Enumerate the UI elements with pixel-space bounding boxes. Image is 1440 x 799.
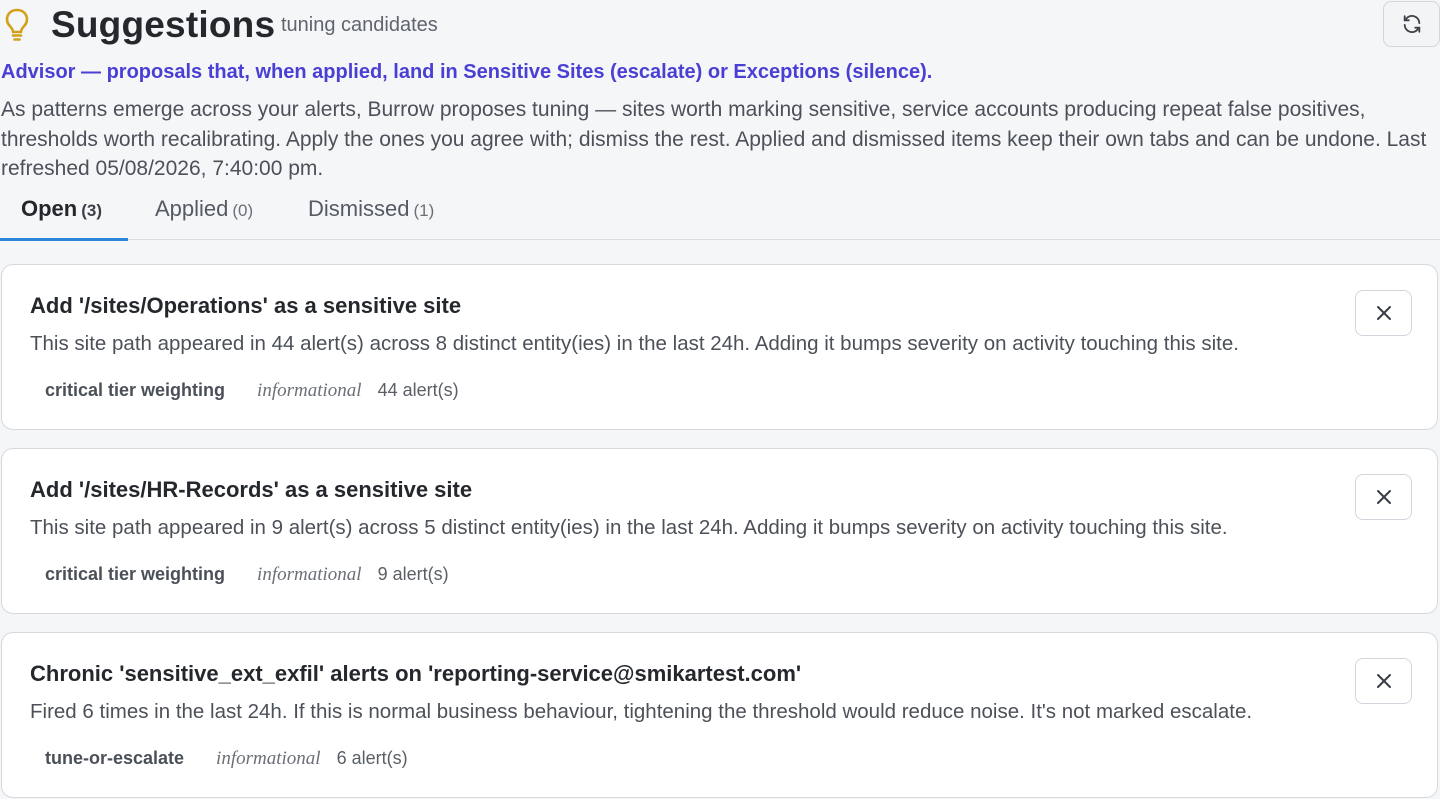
- suggestion-title: Add '/sites/HR-Records' as a sensitive s…: [30, 477, 473, 502]
- suggestion-severity: informational: [257, 564, 362, 585]
- tab-count: (3): [81, 201, 103, 220]
- page-subtitle: tuning candidates: [281, 14, 438, 36]
- tab-dismissed[interactable]: Dismissed (1): [295, 190, 455, 240]
- close-icon: [1376, 306, 1391, 320]
- dismiss-button[interactable]: [1355, 658, 1412, 704]
- suggestion-tag: tune-or-escalate: [45, 748, 185, 768]
- suggestion-title: Add '/sites/Operations' as a sensitive s…: [30, 293, 462, 318]
- suggestion-description: This site path appeared in 44 alert(s) a…: [30, 332, 1239, 355]
- close-icon: [1376, 490, 1391, 504]
- suggestion-card: Add '/sites/Operations' as a sensitive s…: [1, 264, 1438, 430]
- suggestion-meta: critical tier weighting informational 44…: [45, 380, 459, 402]
- suggestion-meta: critical tier weighting informational 9 …: [45, 564, 449, 586]
- refresh-button[interactable]: [1383, 1, 1440, 47]
- suggestion-meta: tune-or-escalate informational 6 alert(s…: [45, 748, 408, 770]
- tab-open[interactable]: Open (3): [0, 190, 128, 241]
- refresh-icon: [1403, 15, 1420, 33]
- tab-label: Applied: [155, 196, 229, 221]
- tab-label: Open: [21, 196, 78, 221]
- page-header: Suggestions tuning candidates: [0, 0, 1440, 56]
- page-title: Suggestions: [51, 4, 276, 45]
- suggestion-description: This site path appeared in 9 alert(s) ac…: [30, 516, 1228, 539]
- tab-bar: Open (3) Applied (0) Dismissed (1): [0, 190, 1440, 241]
- dismiss-button[interactable]: [1355, 290, 1412, 336]
- page-description: As patterns emerge across your alerts, B…: [1, 98, 1427, 180]
- suggestion-alert-count: 6 alert(s): [336, 748, 408, 768]
- suggestion-tag: critical tier weighting: [45, 564, 226, 584]
- close-icon: [1376, 674, 1391, 688]
- lightbulb-icon: [5, 8, 29, 41]
- advisor-summary: Advisor — proposals that, when applied, …: [1, 61, 933, 83]
- suggestion-card: Add '/sites/HR-Records' as a sensitive s…: [1, 448, 1438, 614]
- tab-count: (1): [413, 201, 435, 220]
- suggestion-card: Chronic 'sensitive_ext_exfil' alerts on …: [1, 632, 1438, 798]
- suggestion-alert-count: 44 alert(s): [377, 380, 459, 400]
- suggestion-title: Chronic 'sensitive_ext_exfil' alerts on …: [30, 661, 802, 686]
- active-tab-indicator: [0, 238, 128, 241]
- suggestion-alert-count: 9 alert(s): [377, 564, 449, 584]
- suggestion-description: Fired 6 times in the last 24h. If this i…: [30, 700, 1253, 723]
- tab-count: (0): [232, 201, 254, 220]
- tab-applied[interactable]: Applied (0): [140, 190, 280, 240]
- tab-label: Dismissed: [308, 196, 410, 221]
- dismiss-button[interactable]: [1355, 474, 1412, 520]
- suggestion-severity: informational: [216, 748, 321, 769]
- suggestion-tag: critical tier weighting: [45, 380, 226, 400]
- suggestion-severity: informational: [257, 380, 362, 401]
